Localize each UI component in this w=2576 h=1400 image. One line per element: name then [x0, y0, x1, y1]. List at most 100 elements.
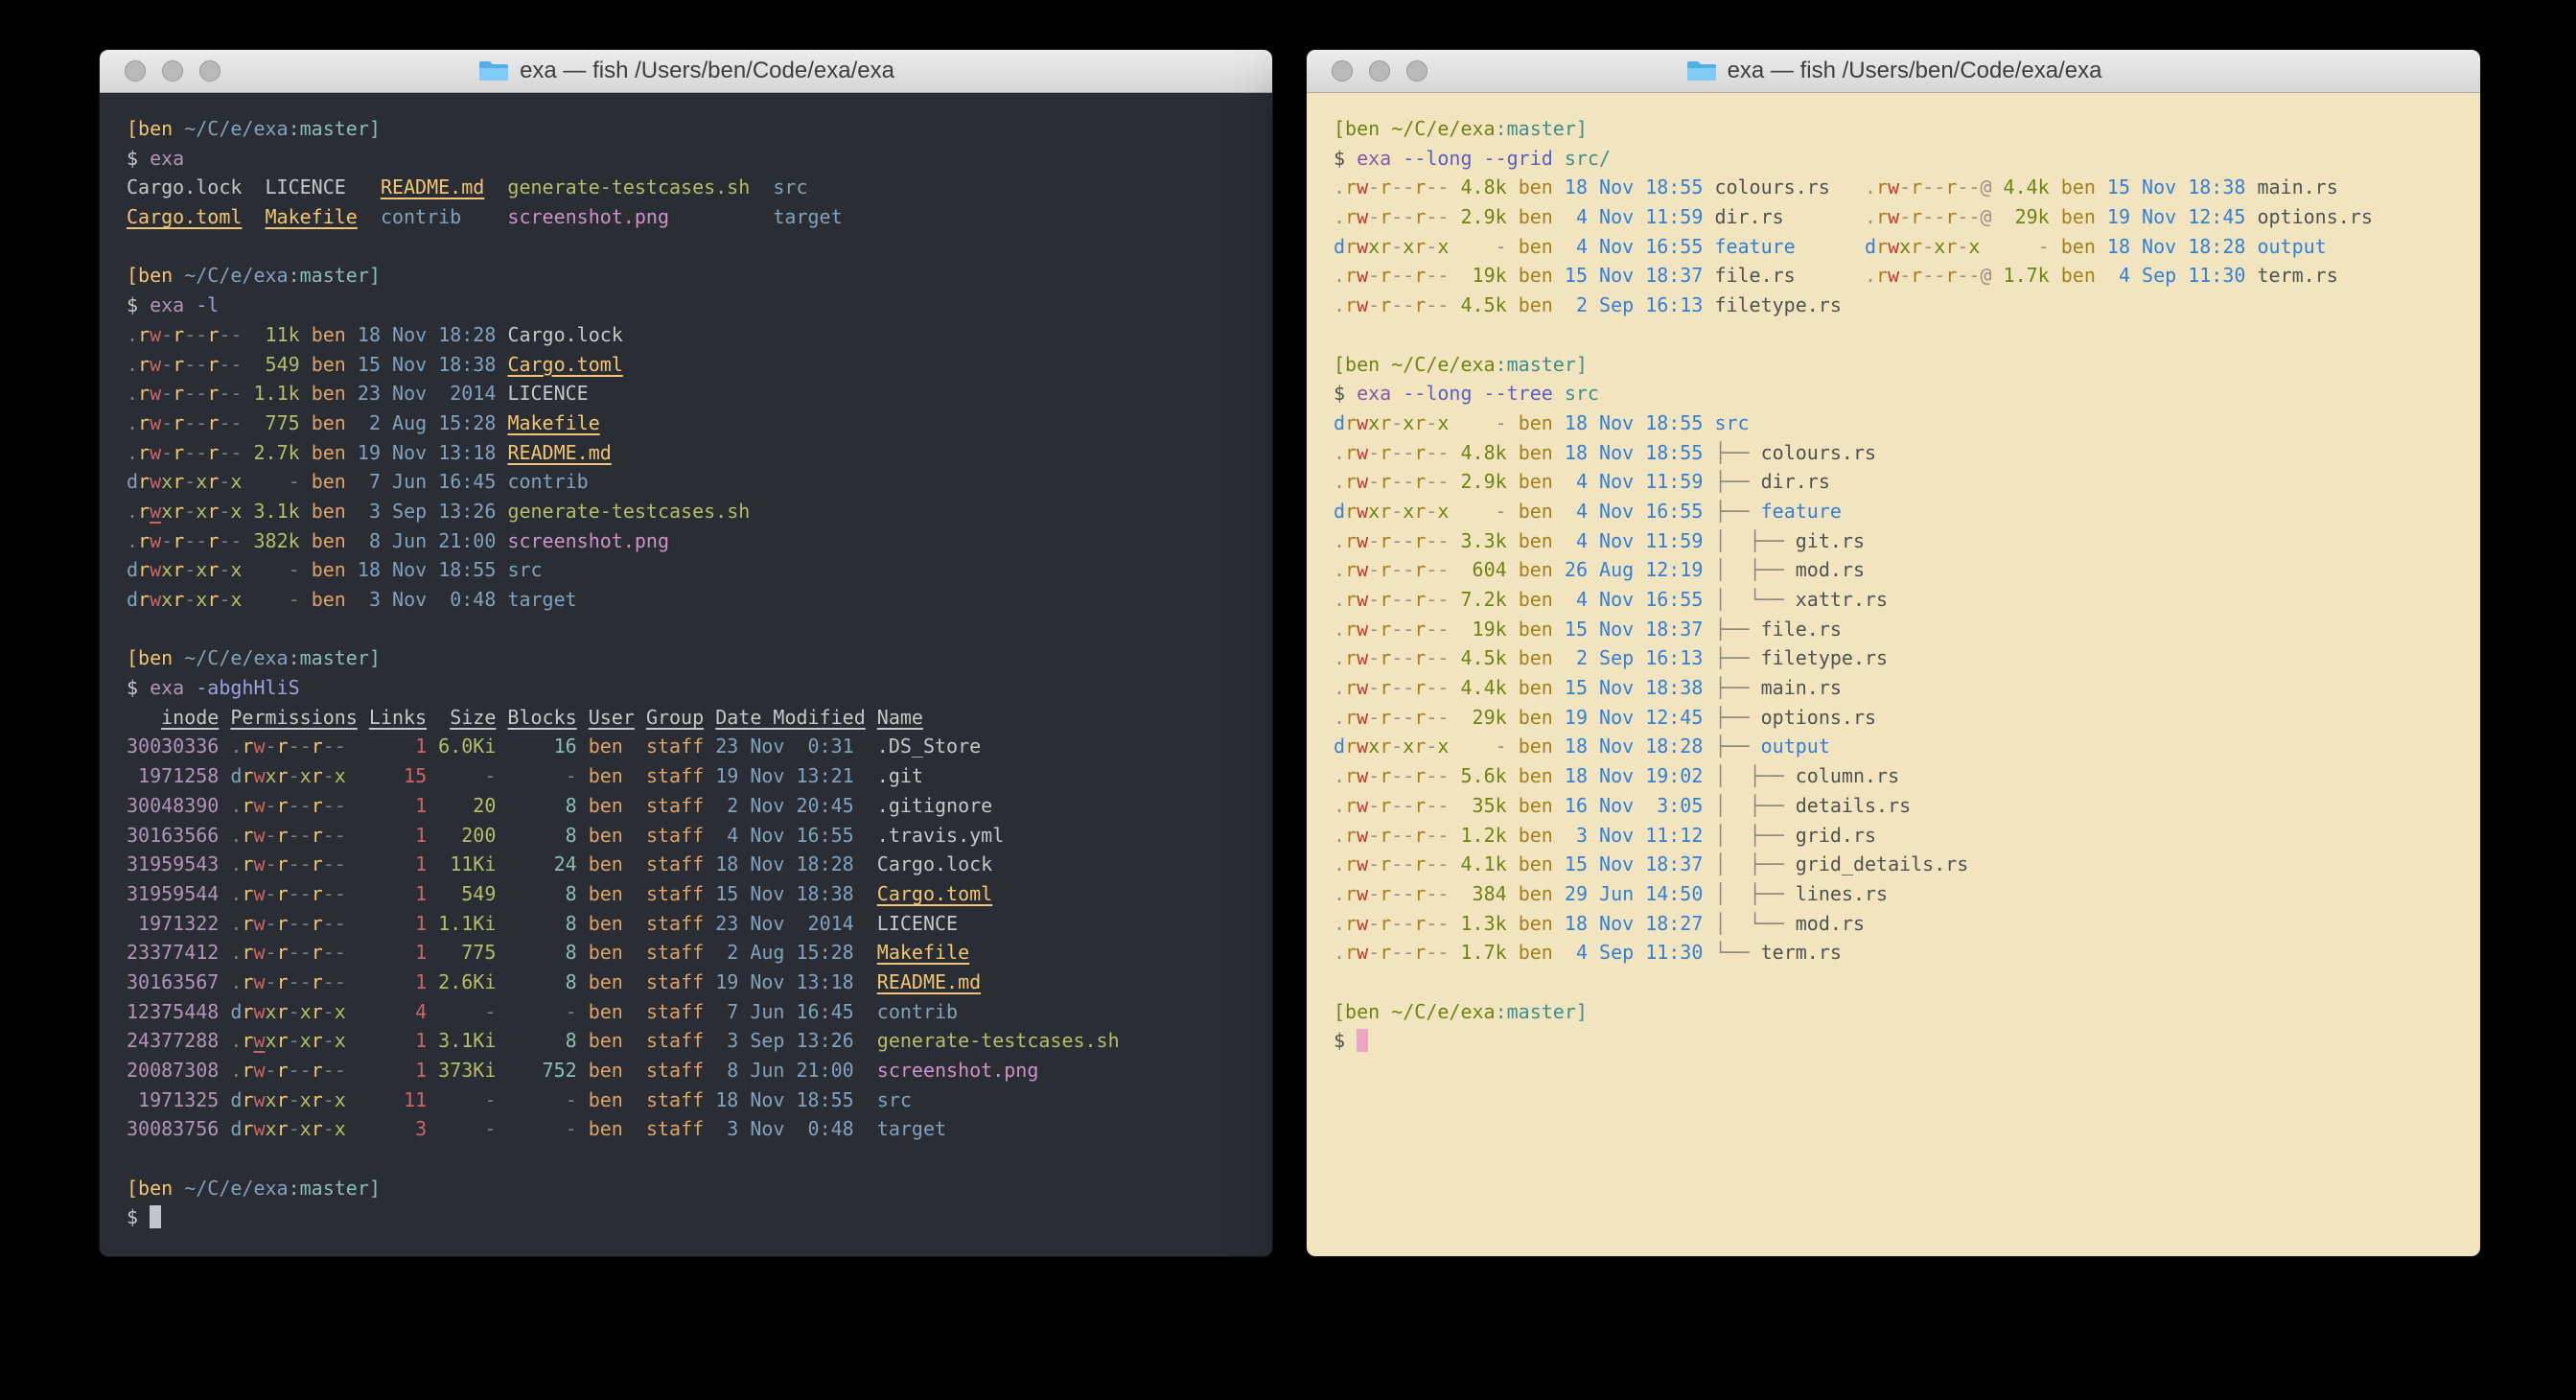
terminal-text-segment: - [1391, 706, 1403, 729]
terminal-text-segment: - [1403, 264, 1414, 287]
terminal-text-segment: 24377288 [127, 1029, 219, 1052]
terminal-text-segment: r [242, 1000, 253, 1023]
terminal-text-segment: x [266, 1000, 277, 1023]
terminal-text-segment: r [1414, 205, 1426, 228]
terminal-text-segment: - [184, 382, 196, 405]
terminal-text-segment: x [161, 588, 173, 611]
terminal-text-segment: r [1414, 941, 1426, 964]
terminal-text-segment: w [1357, 293, 1368, 316]
terminal-text-segment: d [127, 558, 138, 581]
terminal-text-segment: 1 [346, 882, 427, 905]
folder-icon [477, 58, 510, 83]
terminal-text-segment: - [1437, 441, 1449, 464]
terminal-text-segment: - [1391, 470, 1403, 493]
minimize-button[interactable] [1369, 60, 1390, 82]
terminal-text-segment: r [1345, 588, 1357, 611]
terminal-line: 30163566 .rw-r--r-- 1 200 8 ben staff 4 … [127, 821, 1272, 851]
terminal-text-segment: $ [1334, 147, 1357, 170]
terminal-text-segment: r [138, 500, 150, 523]
terminal-text-segment: - [1957, 235, 1968, 258]
terminal-text-segment: - [300, 824, 312, 847]
close-button[interactable] [1332, 60, 1353, 82]
terminal-text-segment: - [196, 323, 207, 346]
zoom-button[interactable] [199, 60, 220, 82]
terminal-text-segment: dir.rs [1714, 205, 1783, 228]
terminal-text-segment: w [1357, 794, 1368, 817]
terminal-text-segment: ben [1507, 706, 1553, 729]
terminal-text-segment: r [1414, 235, 1426, 258]
terminal-line: $ exa --long --grid src/ [1334, 144, 2480, 174]
terminal-text-segment: - [323, 912, 335, 935]
zoom-button[interactable] [1406, 60, 1427, 82]
terminal-text-segment: Cargo.lock [877, 852, 992, 875]
terminal-text-segment: - [496, 1000, 576, 1023]
terminal-text-segment: - [1980, 235, 2049, 258]
terminal-text-segment: 15 Nov 18:38 [704, 882, 877, 905]
terminal-text-segment: ben [577, 1029, 623, 1052]
terminal-text-segment: ├── [1714, 618, 1760, 641]
terminal-text-segment: - [300, 852, 312, 875]
terminal-text-segment: │ └── [1714, 588, 1795, 611]
terminal-text-segment: generate-testcases.sh [877, 1029, 1120, 1052]
close-button[interactable] [125, 60, 146, 82]
terminal-output[interactable]: [ben ~/C/e/exa:master]$ exa --long --gri… [1307, 93, 2480, 1256]
terminal-text-segment [866, 706, 877, 729]
terminal-text-segment: r [1345, 646, 1357, 669]
terminal-text-segment: - [1957, 175, 1968, 198]
terminal-line: [ben ~/C/e/exa:master] [1334, 114, 2480, 144]
terminal-text-segment: 16 Nov 3:05 [1553, 794, 1715, 817]
terminal-text-segment [219, 1117, 230, 1140]
terminal-text-segment: - [335, 735, 346, 758]
terminal-text-segment: Cargo.toml [127, 205, 242, 228]
terminal-text-segment: 11Ki [427, 852, 496, 875]
terminal-text-segment: - [242, 558, 299, 581]
terminal-text-segment: 549 [242, 353, 299, 376]
terminal-text-segment: Cargo.lock [127, 175, 242, 198]
terminal-text-segment: 19 Nov 13:21 [704, 764, 877, 787]
terminal-text-segment: r [1380, 293, 1391, 316]
terminal-text-segment: x [230, 588, 242, 611]
terminal-text-segment: r [1414, 529, 1426, 552]
terminal-text-segment: . [1334, 441, 1345, 464]
terminal-line: 30163567 .rw-r--r-- 1 2.6Ki 8 ben staff … [127, 968, 1272, 997]
terminal-text-segment: . [127, 323, 138, 346]
terminal-text-segment: - [1437, 175, 1449, 198]
terminal-text-segment: 18 Nov 18:55 [1553, 441, 1715, 464]
terminal-text-segment: r [207, 323, 219, 346]
terminal-text-segment: d [230, 1117, 242, 1140]
terminal-text-segment: r [1380, 618, 1391, 641]
terminal-text-segment [1784, 205, 1865, 228]
terminal-line: Cargo.toml Makefile contrib screenshot.p… [127, 202, 1272, 232]
desktop: exa — fish /Users/ben/Code/exa/exa [ben … [0, 0, 2576, 1400]
terminal-text-segment: staff [623, 1088, 704, 1111]
terminal-text-segment: ben [577, 941, 623, 964]
terminal-text-segment: . [1334, 824, 1345, 847]
terminal-text-segment: 1 [346, 941, 427, 964]
terminal-text-segment: staff [623, 1029, 704, 1052]
terminal-text-segment: - [289, 1117, 300, 1140]
terminal-text-segment: - [1426, 470, 1437, 493]
terminal-text-segment: - [1899, 264, 1911, 287]
titlebar[interactable]: exa — fish /Users/ben/Code/exa/exa [100, 50, 1272, 93]
terminal-output[interactable]: [ben ~/C/e/exa:master]$ exaCargo.lock LI… [100, 93, 1272, 1256]
terminal-line: .rw-r--r-- 2.9k ben 4 Nov 11:59 ├── dir.… [1334, 467, 2480, 497]
terminal-text-segment: - [1934, 205, 1945, 228]
text-cursor [1357, 1029, 1368, 1052]
terminal-text-segment: r [1345, 735, 1357, 758]
terminal-text-segment: r [1414, 706, 1426, 729]
terminal-line: .rw-r--r-- 549 ben 15 Nov 18:38 Cargo.to… [127, 350, 1272, 380]
terminal-line: [ben ~/C/e/exa:master] [1334, 350, 2480, 380]
titlebar[interactable]: exa — fish /Users/ben/Code/exa/exa [1307, 50, 2480, 93]
terminal-text-segment: . [1865, 205, 1876, 228]
terminal-text-segment: target [507, 588, 576, 611]
terminal-line: .rw-r--r-- 4.4k ben 15 Nov 18:38 ├── mai… [1334, 673, 2480, 703]
terminal-text-segment: r [242, 794, 253, 817]
minimize-button[interactable] [162, 60, 183, 82]
terminal-text-segment: - [1391, 735, 1403, 758]
terminal-text-segment: ben [1507, 588, 1553, 611]
terminal-line: drwxr-xr-x - ben 7 Jun 16:45 contrib [127, 467, 1272, 497]
terminal-text-segment: r [1345, 411, 1357, 434]
terminal-text-segment: 1.2k [1449, 824, 1506, 847]
terminal-text-segment: 7.2k [1449, 588, 1506, 611]
terminal-text-segment: ben [1507, 618, 1553, 641]
